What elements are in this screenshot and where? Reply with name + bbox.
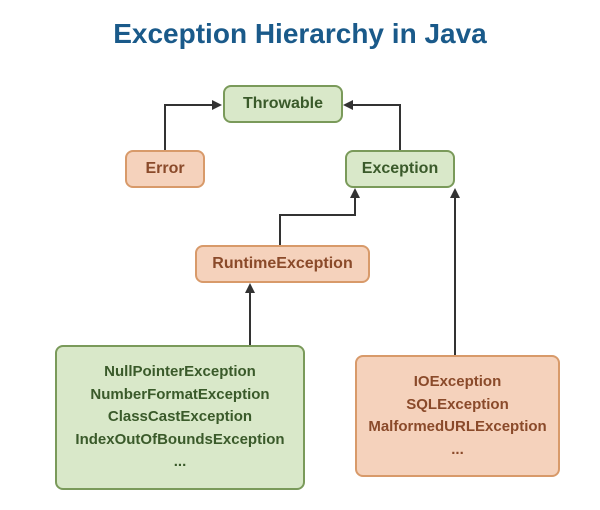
diagram-canvas: Throwable Error Exception RuntimeExcepti… [0, 0, 600, 510]
node-runtime-exception-list: NullPointerException NumberFormatExcepti… [55, 345, 305, 490]
list-item: MalformedURLException [368, 416, 546, 439]
node-error: Error [125, 150, 205, 188]
node-runtime-exception: RuntimeException [195, 245, 370, 283]
list-item: ... [174, 451, 187, 474]
list-item: NumberFormatException [90, 384, 269, 407]
list-item: IndexOutOfBoundsException [75, 429, 284, 452]
node-exception: Exception [345, 150, 455, 188]
list-item: SQLException [406, 394, 509, 417]
list-item: NullPointerException [104, 361, 256, 384]
node-throwable: Throwable [223, 85, 343, 123]
node-checked-exception-list: IOException SQLException MalformedURLExc… [355, 355, 560, 477]
list-item: ... [451, 439, 464, 462]
list-item: ClassCastException [108, 406, 252, 429]
list-item: IOException [414, 371, 502, 394]
